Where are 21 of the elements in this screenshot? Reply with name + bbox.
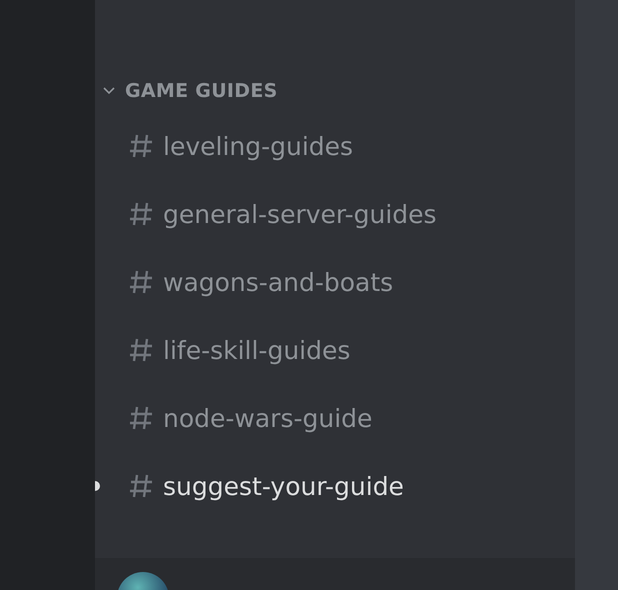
hash-icon bbox=[129, 405, 153, 431]
channel-item[interactable]: suggest-your-guide bbox=[95, 452, 575, 520]
hash-icon bbox=[129, 337, 153, 363]
channel-item[interactable]: life-skill-guides bbox=[95, 316, 575, 384]
channel-item[interactable]: general-server-guides bbox=[95, 180, 575, 248]
channel-name: leveling-guides bbox=[163, 132, 354, 160]
channel-item[interactable]: leveling-guides bbox=[95, 112, 575, 180]
hash-icon bbox=[129, 269, 153, 295]
channel-name: wagons-and-boats bbox=[163, 268, 394, 296]
hash-icon bbox=[129, 201, 153, 227]
channel-name: life-skill-guides bbox=[163, 336, 350, 364]
hash-icon bbox=[129, 133, 153, 159]
category-header[interactable]: GAME GUIDES bbox=[95, 74, 575, 108]
channel-name: node-wars-guide bbox=[163, 404, 372, 432]
hash-icon bbox=[129, 473, 153, 499]
channel-name: general-server-guides bbox=[163, 200, 437, 228]
channel-name: suggest-your-guide bbox=[163, 472, 404, 500]
channel-item[interactable]: wagons-and-boats bbox=[95, 248, 575, 316]
channel-item[interactable]: node-wars-guide bbox=[95, 384, 575, 452]
category-name: GAME GUIDES bbox=[125, 80, 278, 102]
chevron-icon bbox=[103, 87, 115, 95]
